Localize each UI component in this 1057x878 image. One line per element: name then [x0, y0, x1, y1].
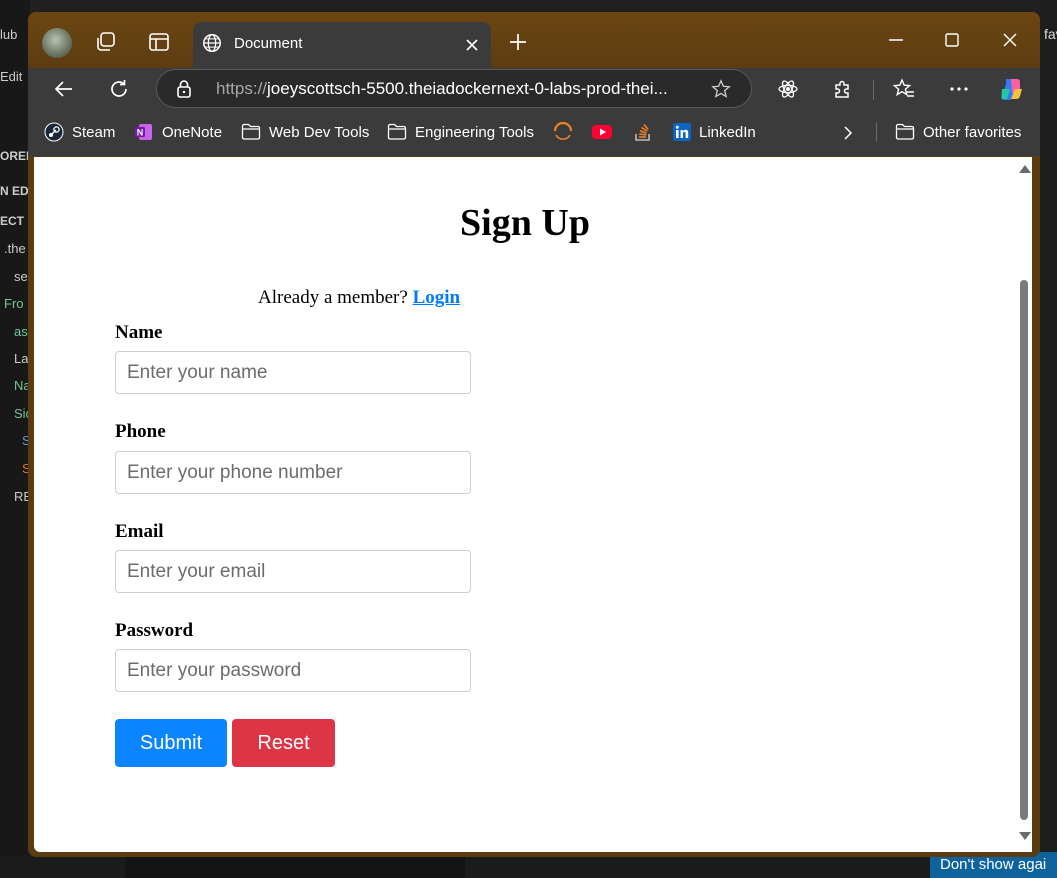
chevron-right-icon[interactable]	[840, 125, 856, 141]
bg-text: La	[14, 351, 29, 366]
close-tab-icon[interactable]	[463, 36, 481, 54]
background-bottom	[0, 856, 1057, 878]
password-input[interactable]	[115, 649, 471, 692]
copilot-icon[interactable]	[998, 75, 1026, 103]
background-panel	[125, 856, 465, 878]
page-title: Sign Up	[460, 202, 590, 244]
close-window-icon[interactable]	[998, 28, 1022, 52]
phone-label: Phone	[115, 421, 166, 442]
name-input[interactable]	[115, 351, 471, 394]
submit-button[interactable]: Submit	[115, 719, 227, 767]
favorite-steam[interactable]: Steam	[44, 122, 115, 142]
phone-input[interactable]	[115, 451, 471, 494]
scroll-thumb[interactable]	[1020, 280, 1028, 820]
favorites-divider	[876, 122, 877, 142]
browser-window: Document https://joeyscottsch-5500.theia…	[28, 12, 1040, 857]
favorite-youtube[interactable]	[591, 122, 621, 142]
reset-button[interactable]: Reset	[232, 719, 335, 767]
favorite-engineering-tools[interactable]: Engineering Tools	[387, 122, 534, 142]
react-devtools-icon[interactable]	[776, 77, 800, 101]
name-label: Name	[115, 322, 163, 343]
background-editor-sidebar: lub Edit ORER N EDI ECT .the se Fro as L…	[0, 0, 35, 878]
minimize-icon[interactable]	[884, 28, 908, 52]
favorites-bar: Steam N OneNote Web Dev Tools Engineerin…	[28, 110, 1040, 156]
member-prompt: Already a member? Login	[258, 287, 460, 309]
tab-title: Document	[234, 35, 303, 52]
email-label: Email	[115, 521, 164, 542]
toolbar-divider	[873, 80, 874, 100]
favorite-label: OneNote	[162, 123, 223, 141]
navigation-toolbar: https://joeyscottsch-5500.theiadockernex…	[28, 68, 1040, 110]
other-favorites-label: Other favorites	[923, 123, 1022, 141]
bg-text: .the	[4, 241, 26, 256]
refresh-icon[interactable]	[107, 77, 131, 101]
bg-text: ECT	[0, 214, 24, 228]
address-bar[interactable]: https://joeyscottsch-5500.theiadockernex…	[156, 69, 752, 108]
bg-text: as	[14, 324, 28, 339]
workspaces-icon[interactable]	[94, 30, 118, 54]
favorite-label: Steam	[72, 123, 116, 141]
favorite-label: LinkedIn	[699, 123, 756, 141]
favorite-label: Engineering Tools	[415, 123, 534, 141]
lock-icon[interactable]	[175, 79, 193, 99]
bg-text: se	[14, 269, 28, 284]
loader-icon	[553, 122, 573, 140]
bg-text: Edit	[0, 69, 23, 84]
scroll-up-icon[interactable]	[1019, 165, 1031, 173]
globe-icon	[203, 34, 221, 52]
url-scheme: https://	[216, 79, 268, 98]
page-viewport: Sign Up Already a member? Login Name Pho…	[34, 157, 1016, 852]
youtube-icon	[592, 125, 612, 139]
other-favorites[interactable]: Other favorites	[895, 122, 1021, 142]
url-text: https://joeyscottsch-5500.theiadockernex…	[216, 79, 668, 99]
onenote-icon: N	[135, 124, 152, 140]
extensions-icon[interactable]	[831, 77, 855, 101]
title-bar: Document	[28, 12, 1040, 68]
linkedin-icon	[673, 123, 691, 141]
favorite-onenote[interactable]: N OneNote	[134, 122, 222, 142]
favorite-label: Web Dev Tools	[269, 123, 370, 141]
more-options-icon[interactable]	[947, 77, 971, 101]
favorite-linkedin[interactable]: LinkedIn	[673, 122, 756, 142]
vertical-tabs-icon[interactable]	[147, 30, 171, 54]
scroll-down-icon[interactable]	[1019, 832, 1031, 840]
favorite-loader-site[interactable]	[552, 122, 582, 142]
background-right: fav	[1040, 0, 1057, 878]
member-text: Already a member?	[258, 287, 408, 308]
background-top	[0, 0, 1057, 12]
url-host: joeyscottsch-5500.theiadockernext-0-labs…	[267, 79, 668, 98]
tab-document[interactable]: Document	[193, 22, 491, 68]
steam-icon	[44, 122, 64, 142]
password-label: Password	[115, 620, 194, 641]
stackoverflow-icon	[635, 123, 650, 141]
svg-text:N: N	[137, 128, 144, 138]
add-favorite-star-icon[interactable]	[710, 78, 732, 100]
login-link[interactable]: Login	[413, 287, 461, 308]
favorite-stackoverflow[interactable]	[634, 122, 660, 142]
new-tab-icon[interactable]	[506, 30, 530, 54]
back-icon[interactable]	[52, 77, 76, 101]
profile-avatar[interactable]	[42, 28, 72, 58]
bg-text: fav	[1044, 26, 1057, 42]
folder-icon	[895, 123, 915, 140]
bg-text: lub	[0, 27, 18, 42]
favorite-web-dev-tools[interactable]: Web Dev Tools	[241, 122, 369, 142]
email-input[interactable]	[115, 550, 471, 593]
page-scrollbar[interactable]	[1016, 157, 1032, 852]
folder-icon	[241, 123, 261, 140]
folder-icon	[387, 123, 407, 140]
bg-text: Fro	[4, 296, 24, 311]
maximize-icon[interactable]	[940, 28, 964, 52]
favorites-icon[interactable]	[892, 77, 916, 101]
